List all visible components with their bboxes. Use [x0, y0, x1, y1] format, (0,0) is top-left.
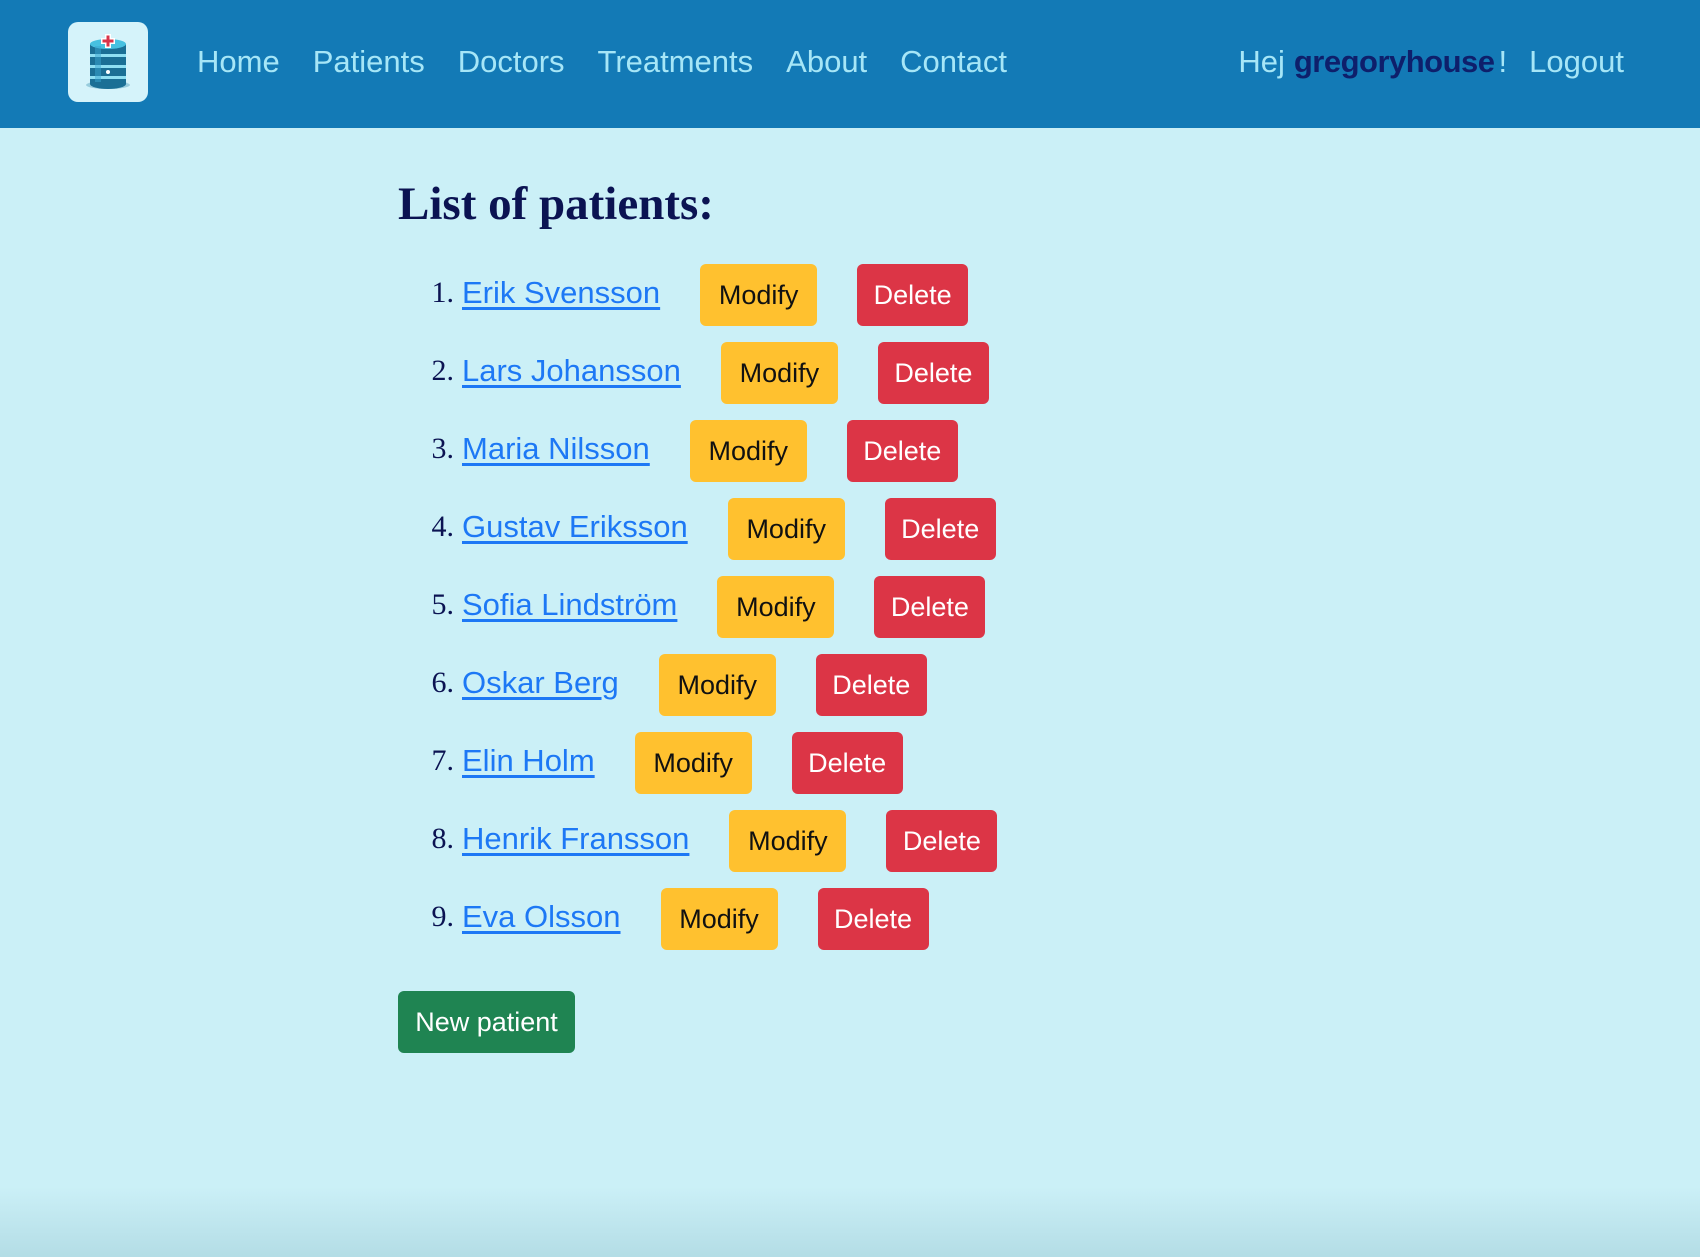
- nav-doctors-link[interactable]: Doctors: [458, 40, 565, 84]
- patient-row: 8. Henrik Fransson Modify Delete: [398, 802, 998, 880]
- delete-button[interactable]: Delete: [874, 576, 986, 638]
- greeting-text: Hej: [1238, 44, 1285, 79]
- modify-button[interactable]: Modify: [658, 654, 776, 716]
- nav-home-link[interactable]: Home: [197, 40, 280, 84]
- patient-name-link[interactable]: Henrik Fransson: [462, 821, 689, 857]
- user-greeting: Hej gregoryhouse ! Logout: [1238, 40, 1624, 84]
- delete-button[interactable]: Delete: [886, 810, 998, 872]
- delete-button[interactable]: Delete: [817, 888, 929, 950]
- patient-row: 3. Maria Nilsson Modify Delete: [398, 412, 997, 490]
- patient-name-link[interactable]: Gustav Eriksson: [462, 509, 688, 545]
- patient-name-link[interactable]: Eva Olsson: [462, 899, 621, 935]
- modify-button[interactable]: Modify: [717, 576, 835, 638]
- row-number: 3.: [431, 432, 455, 465]
- main-nav: Home Patients Doctors Treatments About C…: [197, 40, 1007, 84]
- delete-button[interactable]: Delete: [815, 654, 927, 716]
- patient-name-link[interactable]: Elin Holm: [462, 743, 595, 779]
- row-number: 7.: [431, 744, 455, 777]
- new-patient-button[interactable]: New patient: [398, 991, 575, 1053]
- patient-name-link[interactable]: Lars Johansson: [462, 353, 681, 389]
- logout-link[interactable]: Logout: [1529, 40, 1624, 84]
- modify-button[interactable]: Modify: [700, 264, 818, 326]
- row-number: 1.: [431, 276, 455, 309]
- navbar: Home Patients Doctors Treatments About C…: [0, 0, 1700, 128]
- nav-contact-link[interactable]: Contact: [900, 40, 1007, 84]
- patient-row: 1. Erik Svensson Modify Delete: [398, 256, 997, 334]
- patient-name-link[interactable]: Erik Svensson: [462, 275, 660, 311]
- delete-button[interactable]: Delete: [846, 420, 958, 482]
- nav-patients-link[interactable]: Patients: [313, 40, 425, 84]
- delete-button[interactable]: Delete: [791, 732, 903, 794]
- username: gregoryhouse: [1293, 44, 1495, 79]
- patient-list: 1. Erik Svensson Modify Delete 2. Lars J…: [398, 256, 998, 958]
- row-number: 4.: [431, 510, 455, 543]
- modify-button[interactable]: Modify: [689, 420, 807, 482]
- modify-button[interactable]: Modify: [634, 732, 752, 794]
- patient-row: 2. Lars Johansson Modify Delete: [398, 334, 997, 412]
- row-number: 6.: [431, 666, 455, 699]
- hospital-database-logo-icon[interactable]: [68, 22, 148, 102]
- nav-about-link[interactable]: About: [786, 40, 867, 84]
- row-number: 9.: [431, 900, 455, 933]
- bottom-shadow: [0, 1187, 1700, 1257]
- patient-name-link[interactable]: Maria Nilsson: [462, 431, 650, 467]
- row-number: 5.: [431, 588, 455, 621]
- patient-row: 6. Oskar Berg Modify Delete: [398, 646, 997, 724]
- modify-button[interactable]: Modify: [660, 888, 778, 950]
- modify-button[interactable]: Modify: [729, 810, 847, 872]
- modify-button[interactable]: Modify: [720, 342, 838, 404]
- modify-button[interactable]: Modify: [727, 498, 845, 560]
- delete-button[interactable]: Delete: [857, 264, 969, 326]
- patient-row: 9. Eva Olsson Modify Delete: [398, 880, 997, 958]
- nav-treatments-link[interactable]: Treatments: [598, 40, 754, 84]
- row-number: 8.: [431, 822, 455, 855]
- delete-button[interactable]: Delete: [884, 498, 996, 560]
- patient-row: 4. Gustav Eriksson Modify Delete: [398, 490, 997, 568]
- greeting-exclamation: !: [1498, 44, 1508, 79]
- patient-name-link[interactable]: Oskar Berg: [462, 665, 619, 701]
- delete-button[interactable]: Delete: [877, 342, 989, 404]
- page-title: List of patients:: [398, 178, 714, 230]
- patient-name-link[interactable]: Sofia Lindström: [462, 587, 677, 623]
- row-number: 2.: [431, 354, 455, 387]
- patient-row: 7. Elin Holm Modify Delete: [398, 724, 997, 802]
- patient-row: 5. Sofia Lindström Modify Delete: [398, 568, 997, 646]
